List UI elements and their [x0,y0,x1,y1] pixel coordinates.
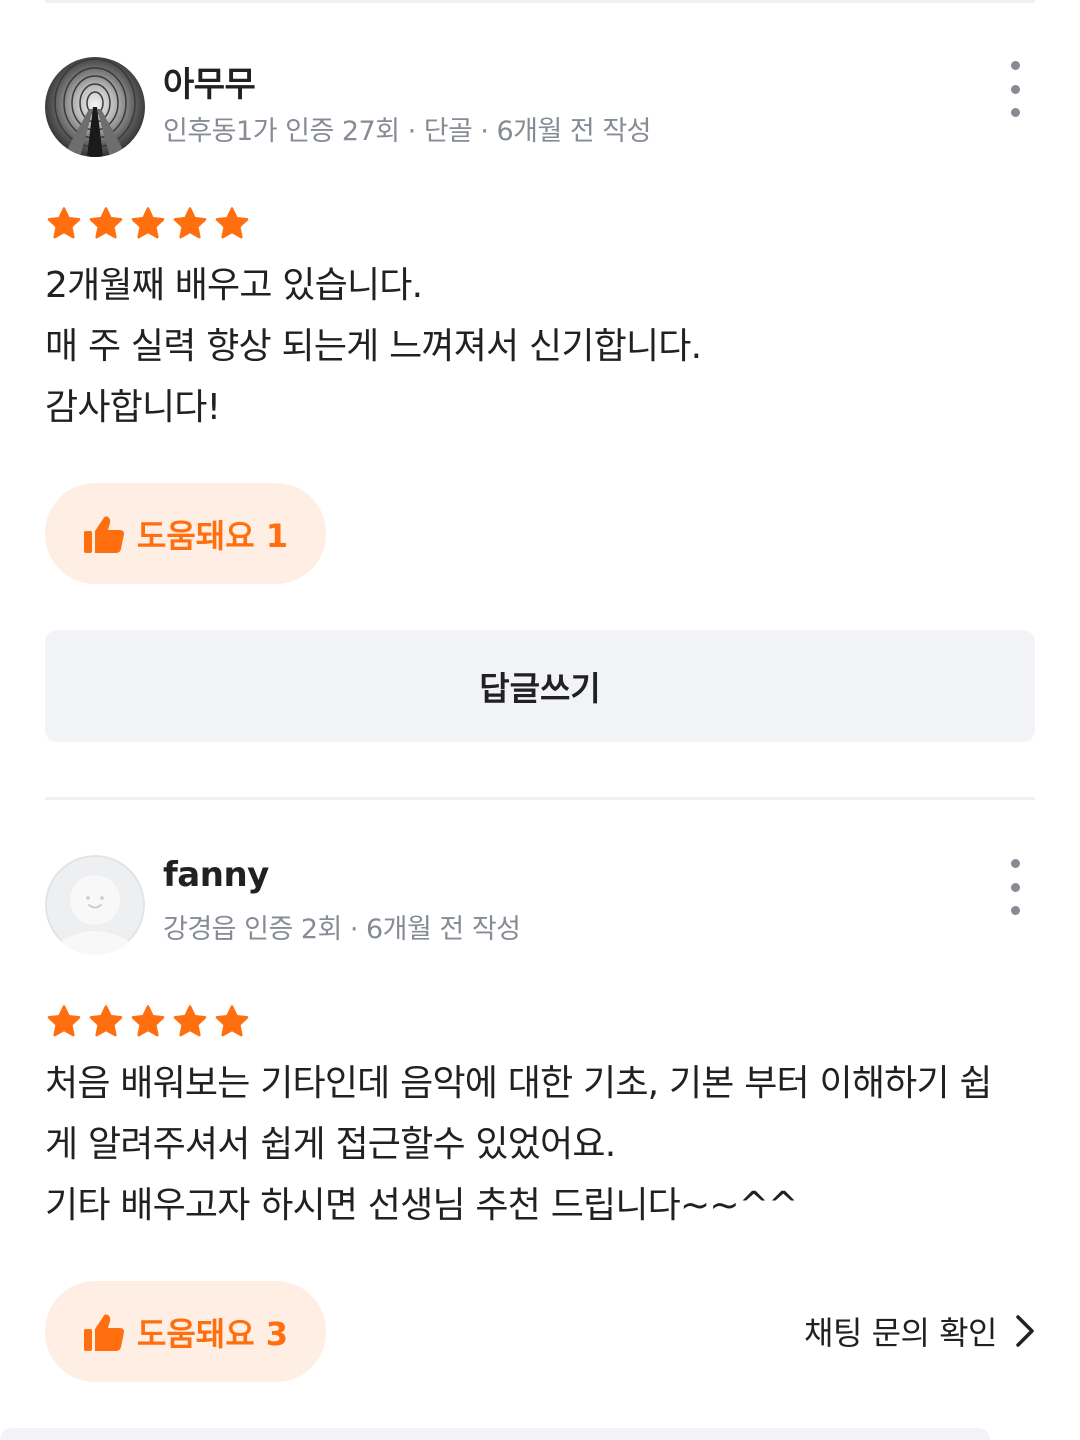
star-icon [215,207,249,239]
location-cert: 강경읍 인증 2회 [163,914,342,945]
review-body-line: 게 알려주셔서 쉽게 접근할수 있었어요. [45,1124,616,1165]
meta-separator: · [349,914,359,945]
chat-inquiry-link[interactable]: 채팅 문의 확인 [804,1308,1035,1354]
review-divider [45,797,1035,800]
author-name[interactable]: 아무무 [163,57,256,106]
write-reply-button[interactable]: 답글쓰기 [45,630,1035,742]
helpful-button[interactable]: 도움돼요 1 [45,483,326,584]
star-icon [131,1005,165,1037]
review-body-line: 매 주 실력 향상 되는게 느껴져서 신기합니다. [45,326,702,367]
star-rating [45,1003,251,1041]
review-time: 6개월 전 작성 [365,914,521,945]
meta-separator: · [407,116,417,147]
author-name[interactable]: fanny [163,855,269,895]
star-icon [47,207,81,239]
review-body-line: 감사합니다! [45,387,221,428]
star-icon [89,1005,123,1037]
helpful-label: 도움돼요 3 [136,1314,289,1353]
star-icon [173,207,207,239]
top-divider [45,0,1035,3]
review-meta: 강경읍 인증 2회 · 6개월 전 작성 [163,907,521,946]
star-rating [45,205,251,243]
author-avatar[interactable] [45,57,145,157]
more-options-icon[interactable] [997,61,1033,117]
star-icon [47,1005,81,1037]
chat-inquiry-label: 채팅 문의 확인 [804,1314,997,1352]
review-card: 아무무 인후동1가 인증 27회 · 단골 · 6개월 전 작성 2개월째 배우고 있습… [45,57,1035,757]
review-time: 6개월 전 작성 [496,116,652,147]
helpful-label: 도움돼요 1 [136,516,289,555]
review-meta: 인후동1가 인증 27회 · 단골 · 6개월 전 작성 [163,109,652,148]
star-icon [173,1005,207,1037]
review-body: 처음 배워보는 기타인데 음악에 대한 기초, 기본 부터 이해하기 쉽 게 알… [45,1053,1035,1236]
star-icon [131,207,165,239]
write-reply-button-partial[interactable] [0,1428,990,1440]
regular-badge: 단골 [423,116,473,147]
more-options-icon[interactable] [997,859,1033,915]
star-icon [89,207,123,239]
review-body-line: 처음 배워보는 기타인데 음악에 대한 기초, 기본 부터 이해하기 쉽 [45,1063,993,1104]
star-icon [215,1005,249,1037]
thumbs-up-icon [83,1313,124,1351]
meta-separator: · [480,116,489,147]
review-body: 2개월째 배우고 있습니다. 매 주 실력 향상 되는게 느껴져서 신기합니다.… [45,255,1035,438]
thumbs-up-icon [83,515,124,553]
location-cert: 인후동1가 인증 27회 [163,116,400,147]
author-avatar[interactable] [45,855,145,955]
review-body-line: 기타 배우고자 하시면 선생님 추천 드립니다~~^^ [45,1185,798,1226]
chevron-right-icon [1016,1315,1034,1347]
review-card: fanny 강경읍 인증 2회 · 6개월 전 작성 처음 배워보는 기타인데 음악… [45,855,1035,1415]
review-list: 아무무 인후동1가 인증 27회 · 단골 · 6개월 전 작성 2개월째 배우고 있습… [0,0,1080,1440]
review-body-line: 2개월째 배우고 있습니다. [45,265,423,306]
helpful-button[interactable]: 도움돼요 3 [45,1281,326,1382]
